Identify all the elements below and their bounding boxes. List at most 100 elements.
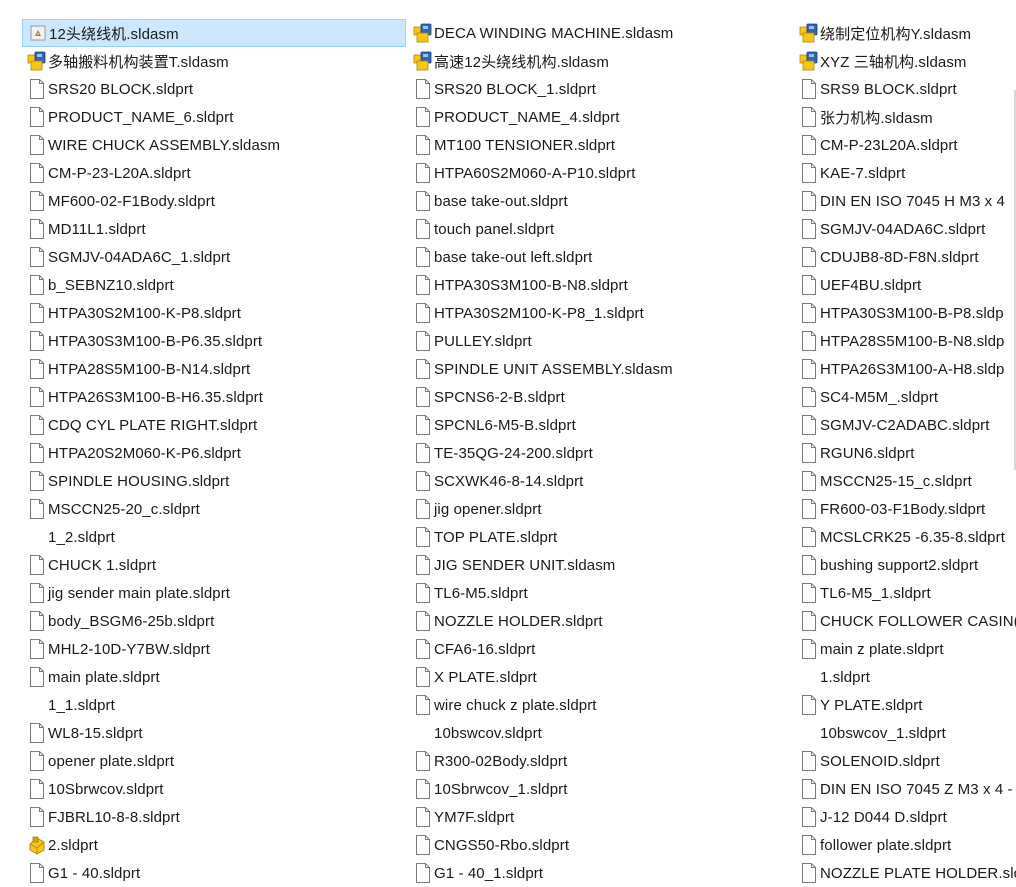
file-item[interactable]: PRODUCT_NAME_6.sldprt (22, 103, 406, 131)
file-item[interactable]: SGMJV-04ADA6C.sldprt (794, 215, 1016, 243)
file-item[interactable]: G1 - 40.sldprt (22, 859, 406, 887)
file-item[interactable]: HTPA20S2M060-K-P6.sldprt (22, 439, 406, 467)
file-item[interactable]: 绕制定位机构Y.sldasm (794, 19, 1016, 47)
file-item[interactable]: HTPA28S5M100-B-N14.sldprt (22, 355, 406, 383)
file-item[interactable]: follower plate.sldprt (794, 831, 1016, 859)
file-item[interactable]: main plate.sldprt (22, 663, 406, 691)
file-item[interactable]: HTPA30S3M100-B-P6.35.sldprt (22, 327, 406, 355)
file-item[interactable]: J-12 D044 D.sldprt (794, 803, 1016, 831)
file-item[interactable]: 1_1.sldprt (22, 691, 406, 719)
file-item[interactable]: PULLEY.sldprt (408, 327, 792, 355)
file-item[interactable]: MHL2-10D-Y7BW.sldprt (22, 635, 406, 663)
file-item[interactable]: 高速12头绕线机构.sldasm (408, 47, 792, 75)
file-item[interactable]: FR600-03-F1Body.sldprt (794, 495, 1016, 523)
file-item[interactable]: MF600-02-F1Body.sldprt (22, 187, 406, 215)
file-item[interactable]: 1.sldprt (794, 663, 1016, 691)
file-item[interactable]: DIN EN ISO 7045 H M3 x 4 (794, 187, 1016, 215)
file-item[interactable]: SRS20 BLOCK_1.sldprt (408, 75, 792, 103)
file-item[interactable]: RGUN6.sldprt (794, 439, 1016, 467)
file-item[interactable]: G1 - 40_1.sldprt (408, 859, 792, 887)
file-item[interactable]: X PLATE.sldprt (408, 663, 792, 691)
file-item[interactable]: wire chuck z plate.sldprt (408, 691, 792, 719)
file-item[interactable]: YM7F.sldprt (408, 803, 792, 831)
file-item[interactable]: HTPA60S2M060-A-P10.sldprt (408, 159, 792, 187)
file-icon-graphic (416, 499, 430, 519)
file-item[interactable]: MSCCN25-20_c.sldprt (22, 495, 406, 523)
file-item[interactable]: NOZZLE PLATE HOLDER.slc (794, 859, 1016, 887)
file-item[interactable]: CNGS50-Rbo.sldprt (408, 831, 792, 859)
file-item[interactable]: HTPA26S3M100-A-H8.sldp (794, 355, 1016, 383)
file-icon-graphic (416, 135, 430, 155)
file-item[interactable]: SRS9 BLOCK.sldprt (794, 75, 1016, 103)
file-item[interactable]: CFA6-16.sldprt (408, 635, 792, 663)
file-item[interactable]: bushing support2.sldprt (794, 551, 1016, 579)
file-item[interactable]: SPINDLE UNIT ASSEMBLY.sldasm (408, 355, 792, 383)
file-item[interactable]: HTPA30S3M100-B-N8.sldprt (408, 271, 792, 299)
file-item[interactable]: FJBRL10-8-8.sldprt (22, 803, 406, 831)
file-item[interactable]: KAE-7.sldprt (794, 159, 1016, 187)
file-item[interactable]: CHUCK 1.sldprt (22, 551, 406, 579)
file-item[interactable]: 10bswcov.sldprt (408, 719, 792, 747)
file-item[interactable]: HTPA26S3M100-B-H6.35.sldprt (22, 383, 406, 411)
file-item[interactable]: WL8-15.sldprt (22, 719, 406, 747)
file-item[interactable]: 10bswcov_1.sldprt (794, 719, 1016, 747)
file-item[interactable]: CHUCK FOLLOWER CASIN( (794, 607, 1016, 635)
file-item[interactable]: SPCNS6-2-B.sldprt (408, 383, 792, 411)
file-item[interactable]: opener plate.sldprt (22, 747, 406, 775)
file-item[interactable]: SGMJV-04ADA6C_1.sldprt (22, 243, 406, 271)
file-item[interactable]: NOZZLE HOLDER.sldprt (408, 607, 792, 635)
file-item[interactable]: R300-02Body.sldprt (408, 747, 792, 775)
file-item[interactable]: body_BSGM6-25b.sldprt (22, 607, 406, 635)
assembly-icon-graphic (799, 23, 818, 43)
file-item[interactable]: 1_2.sldprt (22, 523, 406, 551)
file-item[interactable]: touch panel.sldprt (408, 215, 792, 243)
file-item[interactable]: DECA WINDING MACHINE.sldasm (408, 19, 792, 47)
file-item[interactable]: TL6-M5.sldprt (408, 579, 792, 607)
file-item[interactable]: HTPA30S3M100-B-P8.sldp (794, 299, 1016, 327)
file-item[interactable]: WIRE CHUCK ASSEMBLY.sldasm (22, 131, 406, 159)
file-item[interactable]: 2.sldprt (22, 831, 406, 859)
file-item[interactable]: JIG SENDER UNIT.sldasm (408, 551, 792, 579)
file-item[interactable]: MCSLCRK25 -6.35-8.sldprt (794, 523, 1016, 551)
file-item[interactable]: HTPA30S2M100-K-P8.sldprt (22, 299, 406, 327)
file-item[interactable]: TL6-M5_1.sldprt (794, 579, 1016, 607)
file-item[interactable]: base take-out left.sldprt (408, 243, 792, 271)
file-item[interactable]: XYZ 三轴机构.sldasm (794, 47, 1016, 75)
file-item[interactable]: PRODUCT_NAME_4.sldprt (408, 103, 792, 131)
file-name-label: SOLENOID.sldprt (820, 752, 940, 770)
file-item[interactable]: Y PLATE.sldprt (794, 691, 1016, 719)
file-item[interactable]: jig opener.sldprt (408, 495, 792, 523)
file-item[interactable]: SPCNL6-M5-B.sldprt (408, 411, 792, 439)
file-item[interactable]: SGMJV-C2ADABC.sldprt (794, 411, 1016, 439)
file-item[interactable]: HTPA28S5M100-B-N8.sldp (794, 327, 1016, 355)
file-item[interactable]: SPINDLE HOUSING.sldprt (22, 467, 406, 495)
file-item[interactable]: TE-35QG-24-200.sldprt (408, 439, 792, 467)
file-icon-graphic (416, 275, 430, 295)
file-item[interactable]: SRS20 BLOCK.sldprt (22, 75, 406, 103)
file-item[interactable]: CM-P-23-L20A.sldprt (22, 159, 406, 187)
file-item[interactable]: b_SEBNZ10.sldprt (22, 271, 406, 299)
file-item[interactable]: jig sender main plate.sldprt (22, 579, 406, 607)
assembly-icon-graphic (413, 51, 432, 71)
file-item[interactable]: 12头绕线机.sldasm (22, 19, 406, 47)
file-item[interactable]: CDQ CYL PLATE RIGHT.sldprt (22, 411, 406, 439)
file-item[interactable]: 10Sbrwcov.sldprt (22, 775, 406, 803)
file-item[interactable]: CM-P-23L20A.sldprt (794, 131, 1016, 159)
file-item[interactable]: SCXWK46-8-14.sldprt (408, 467, 792, 495)
file-item[interactable]: TOP PLATE.sldprt (408, 523, 792, 551)
file-name-label: opener plate.sldprt (48, 752, 175, 770)
file-item[interactable]: MSCCN25-15_c.sldprt (794, 467, 1016, 495)
file-item[interactable]: DIN EN ISO 7045 Z M3 x 4 - (794, 775, 1016, 803)
file-item[interactable]: MD11L1.sldprt (22, 215, 406, 243)
file-item[interactable]: SOLENOID.sldprt (794, 747, 1016, 775)
file-item[interactable]: HTPA30S2M100-K-P8_1.sldprt (408, 299, 792, 327)
file-item[interactable]: CDUJB8-8D-F8N.sldprt (794, 243, 1016, 271)
file-item[interactable]: base take-out.sldprt (408, 187, 792, 215)
file-item[interactable]: 张力机构.sldasm (794, 103, 1016, 131)
file-item[interactable]: SC4-M5M_.sldprt (794, 383, 1016, 411)
file-item[interactable]: main z plate.sldprt (794, 635, 1016, 663)
file-item[interactable]: UEF4BU.sldprt (794, 271, 1016, 299)
file-item[interactable]: 10Sbrwcov_1.sldprt (408, 775, 792, 803)
file-item[interactable]: MT100 TENSIONER.sldprt (408, 131, 792, 159)
file-item[interactable]: 多轴搬料机构装置T.sldasm (22, 47, 406, 75)
